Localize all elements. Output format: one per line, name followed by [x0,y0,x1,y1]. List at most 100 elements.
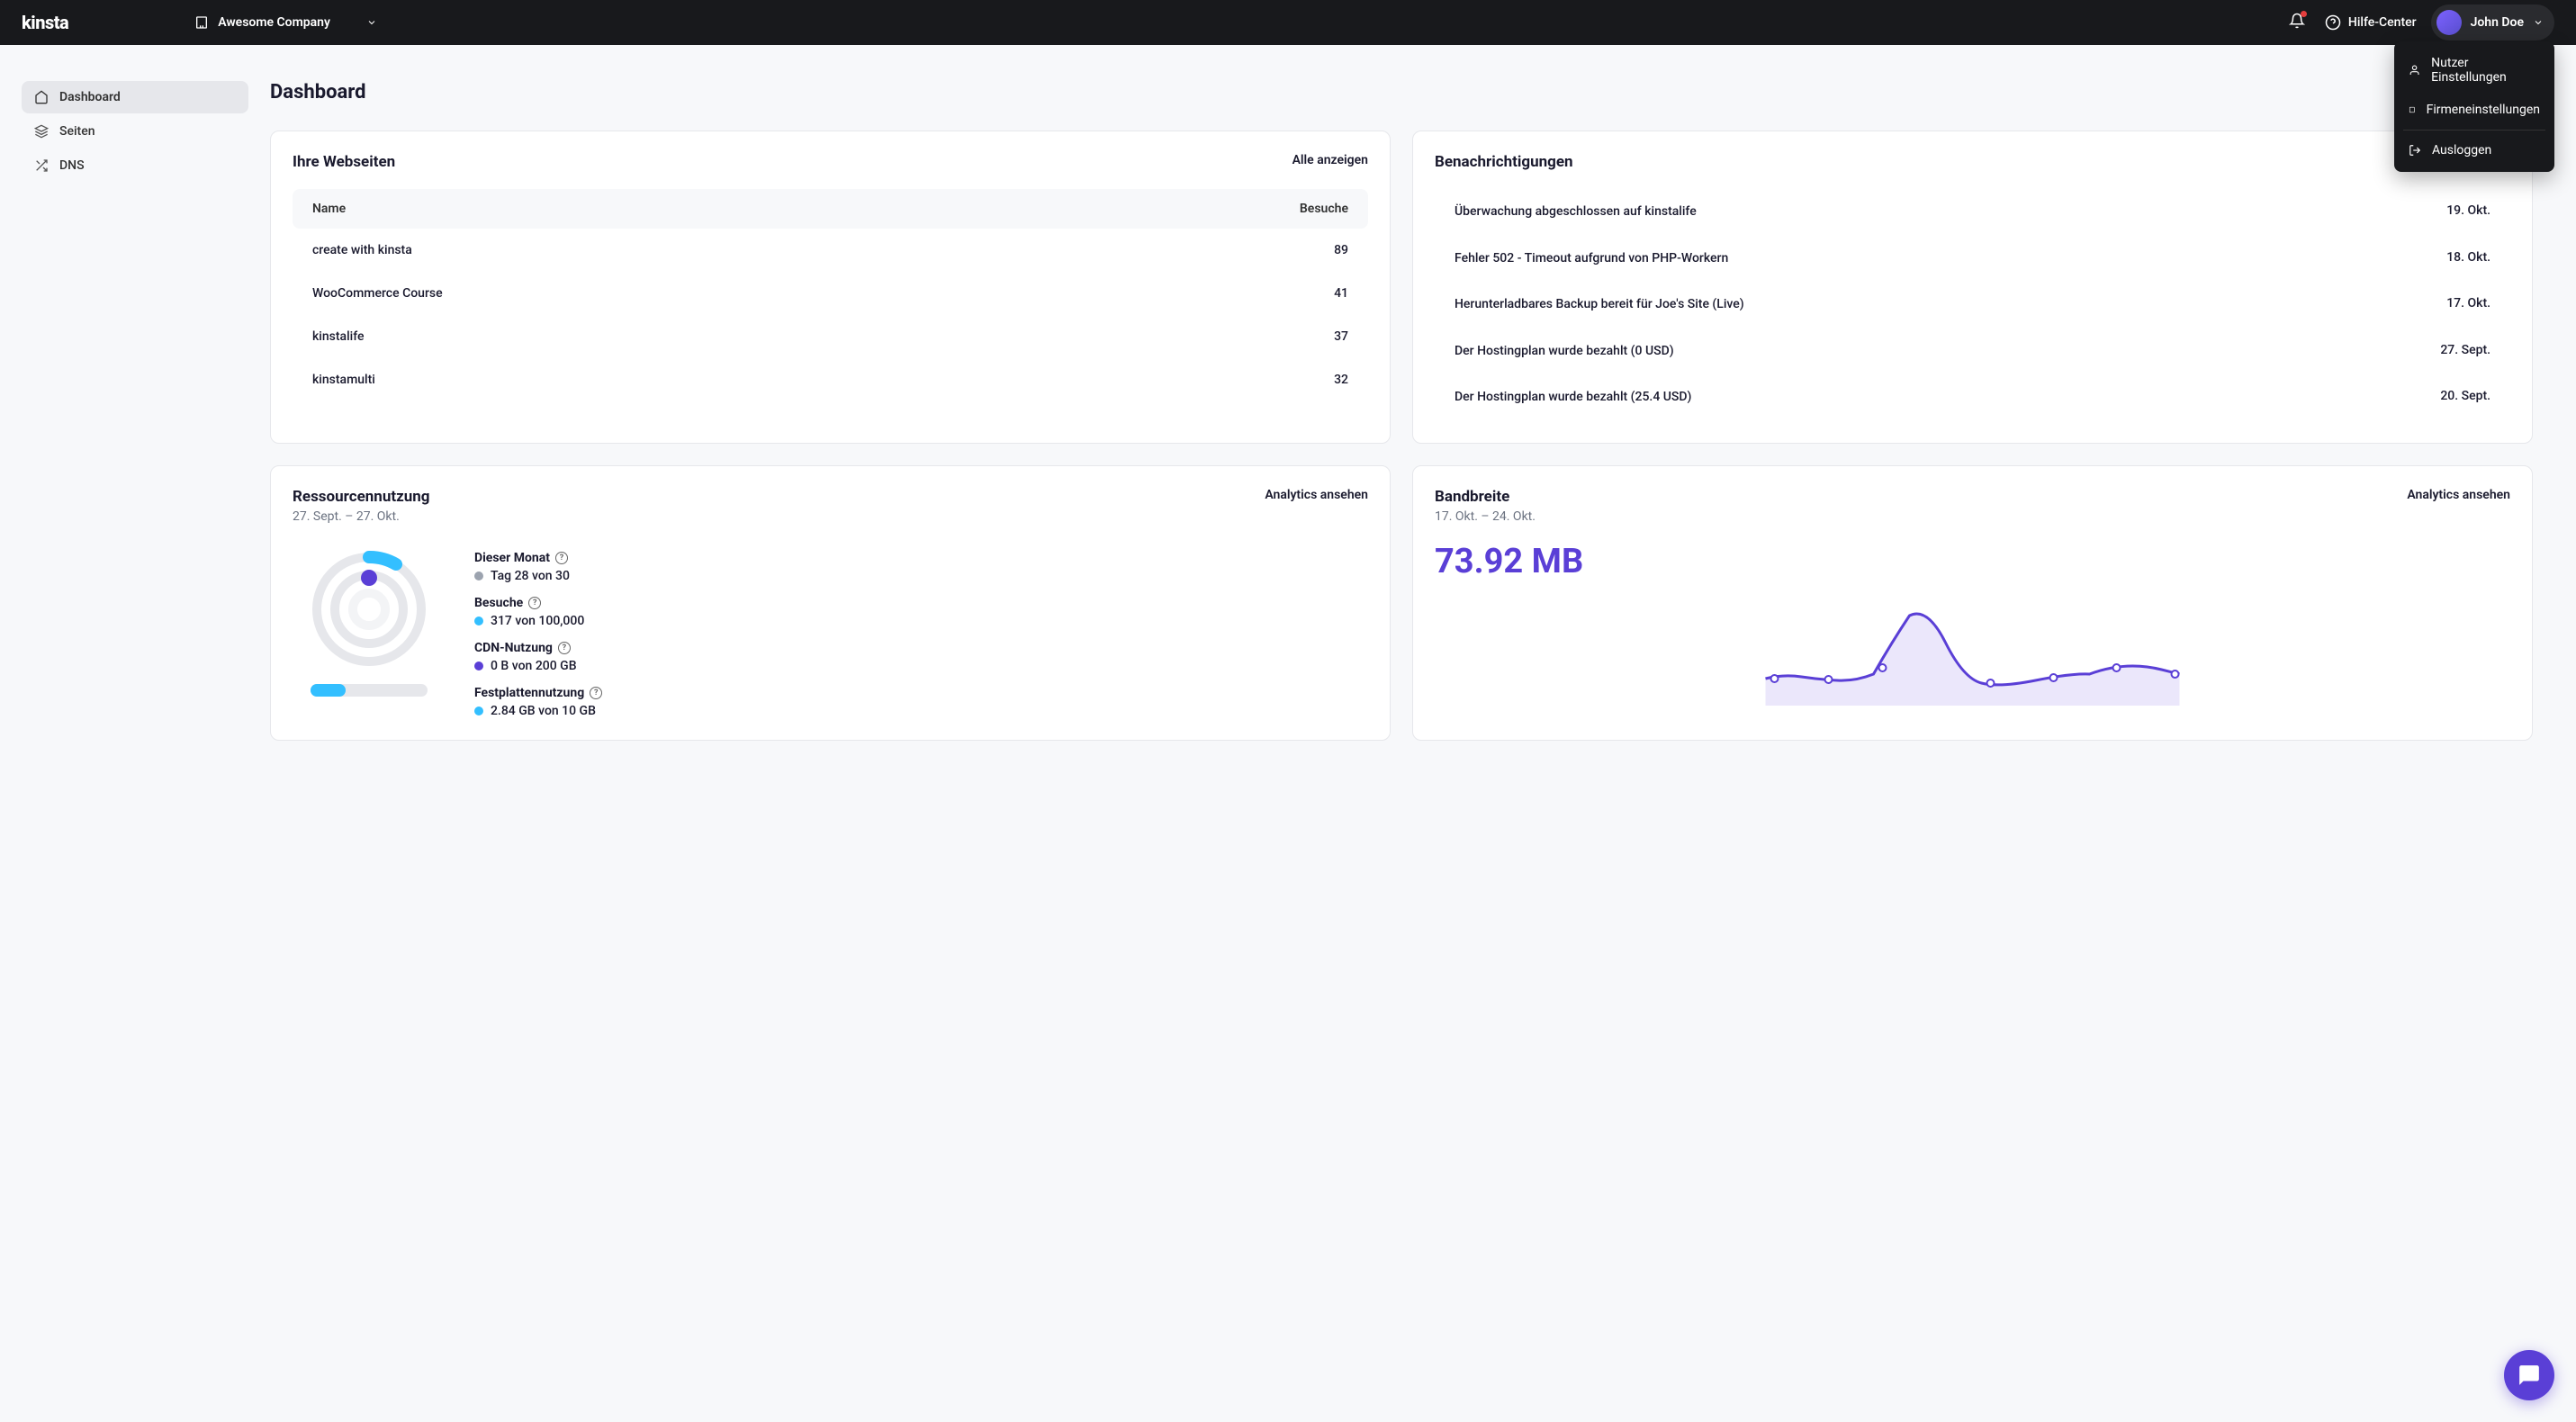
websites-card: Ihre Webseiten Alle anzeigen Name Besuch… [270,130,1391,444]
logo[interactable]: kinsta [22,12,68,33]
main-content: Dashboard Ihre Webseiten Alle anzeigen N… [270,45,2576,777]
resource-body: Dieser Monat? Tag 28 von 30 Besuche? 317… [293,542,1368,718]
header-right: Hilfe-Center John Doe [2283,4,2554,40]
date-range: 17. Okt. – 24. Okt. [1435,509,1536,524]
info-icon[interactable]: ? [555,552,568,564]
metric-value: Tag 28 von 30 [491,569,570,583]
building-icon [2409,104,2416,116]
table-row[interactable]: create with kinsta 89 [293,229,1368,272]
analytics-link[interactable]: Analytics ansehen [2407,488,2510,502]
notification-row[interactable]: Überwachung abgeschlossen auf kinstalife… [1435,189,2510,236]
metric-value: 317 von 100,000 [491,614,584,628]
nav-label: DNS [59,158,85,173]
table-row[interactable]: WooCommerce Course 41 [293,272,1368,315]
table-row[interactable]: kinstalife 37 [293,315,1368,358]
notification-row[interactable]: Herunterladbares Backup bereit für Joe's… [1435,282,2510,328]
metric-value: 2.84 GB von 10 GB [491,704,596,718]
info-icon[interactable]: ? [528,597,541,609]
col-visits: Besuche [1300,202,1348,216]
site-visits: 37 [1334,329,1348,344]
site-name: WooCommerce Course [312,286,443,301]
card-header: Ihre Webseiten Alle anzeigen [293,153,1368,171]
company-name: Awesome Company [218,15,330,30]
donut-wrap [293,551,446,697]
page-title: Dashboard [270,81,2533,104]
chat-icon [2517,1364,2541,1387]
notification-date: 27. Sept. [2440,343,2490,357]
chevron-down-icon [2533,17,2544,28]
notification-text: Herunterladbares Backup bereit für Joe's… [1455,296,2425,314]
dropdown-logout[interactable]: Ausloggen [2394,134,2554,166]
help-icon [2325,14,2341,31]
notification-text: Fehler 502 - Timeout aufgrund von PHP-Wo… [1455,250,2425,268]
building-icon [194,15,209,30]
user-dropdown: Nutzer Einstellungen Firmeneinstellungen… [2394,41,2554,172]
help-center-button[interactable]: Hilfe-Center [2325,14,2417,31]
nav-dashboard[interactable]: Dashboard [22,81,248,113]
dropdown-label: Ausloggen [2432,143,2491,158]
user-menu-button[interactable]: John Doe [2431,4,2554,40]
site-visits: 41 [1334,286,1348,301]
metric-cdn: CDN-Nutzung? 0 B von 200 GB [474,641,1368,673]
dot-icon [474,572,483,580]
table-row[interactable]: kinstamulti 32 [293,358,1368,401]
table-head: Name Besuche [293,189,1368,229]
card-header: Bandbreite 17. Okt. – 24. Okt. Analytics… [1435,488,2510,524]
metric-label: CDN-Nutzung [474,641,553,655]
cards-grid: Ihre Webseiten Alle anzeigen Name Besuch… [270,130,2533,741]
dns-icon [34,158,49,173]
metric-visits: Besuche? 317 von 100,000 [474,596,1368,628]
company-selector[interactable]: Awesome Company [194,15,377,30]
card-title: Benachrichtigungen [1435,153,1573,171]
dot-icon [474,706,483,716]
card-header: Ressourcennutzung 27. Sept. – 27. Okt. A… [293,488,1368,524]
layers-icon [34,124,49,139]
notification-text: Der Hostingplan wurde bezahlt (25.4 USD) [1455,389,2418,407]
nav-dns[interactable]: DNS [22,149,248,182]
header-left: kinsta Awesome Company [22,12,377,33]
dropdown-user-settings[interactable]: Nutzer Einstellungen [2394,47,2554,94]
chevron-down-icon [366,17,377,28]
site-name: create with kinsta [312,243,412,257]
site-name: kinstamulti [312,373,375,387]
analytics-link[interactable]: Analytics ansehen [1265,488,1368,502]
view-all-link[interactable]: Alle anzeigen [1293,153,1368,167]
notification-row[interactable]: Der Hostingplan wurde bezahlt (0 USD) 27… [1435,328,2510,375]
chat-fab[interactable] [2504,1350,2554,1400]
metric-label: Dieser Monat [474,551,550,565]
user-name: John Doe [2471,15,2524,30]
avatar [2436,10,2462,35]
notification-date: 19. Okt. [2446,203,2490,218]
progress-fill [311,684,346,697]
notifications-card: Benachrichtigungen Alle anzeigen Überwac… [1412,130,2533,444]
card-title: Bandbreite [1435,488,1536,506]
info-icon[interactable]: ? [558,642,571,654]
user-icon [2409,64,2420,76]
donut-chart [311,551,428,668]
notification-date: 18. Okt. [2446,250,2490,265]
bandwidth-value: 73.92 MB [1435,542,2510,581]
dropdown-company-settings[interactable]: Firmeneinstellungen [2394,94,2554,126]
nav-sites[interactable]: Seiten [22,115,248,148]
notification-row[interactable]: Der Hostingplan wurde bezahlt (25.4 USD)… [1435,374,2510,421]
date-range: 27. Sept. – 27. Okt. [293,509,430,524]
site-name: kinstalife [312,329,365,344]
notification-text: Überwachung abgeschlossen auf kinstalife [1455,203,2425,221]
notification-dot [2301,11,2307,17]
layout: Dashboard Seiten DNS Dashboard Ihre Webs… [0,45,2576,777]
dot-icon [474,616,483,626]
site-visits: 32 [1334,373,1348,387]
notifications-button[interactable] [2283,7,2310,38]
metric-label: Festplattennutzung [474,686,584,700]
resources-card: Ressourcennutzung 27. Sept. – 27. Okt. A… [270,465,1391,741]
card-title: Ihre Webseiten [293,153,395,171]
site-visits: 89 [1334,243,1348,257]
bandwidth-sparkline [1435,598,2510,706]
metric-value: 0 B von 200 GB [491,659,577,673]
nav-label: Dashboard [59,90,121,104]
notification-row[interactable]: Fehler 502 - Timeout aufgrund von PHP-Wo… [1435,236,2510,283]
dropdown-label: Nutzer Einstellungen [2431,56,2540,85]
info-icon[interactable]: ? [590,687,602,699]
metrics: Dieser Monat? Tag 28 von 30 Besuche? 317… [474,551,1368,718]
bandwidth-card: Bandbreite 17. Okt. – 24. Okt. Analytics… [1412,465,2533,741]
